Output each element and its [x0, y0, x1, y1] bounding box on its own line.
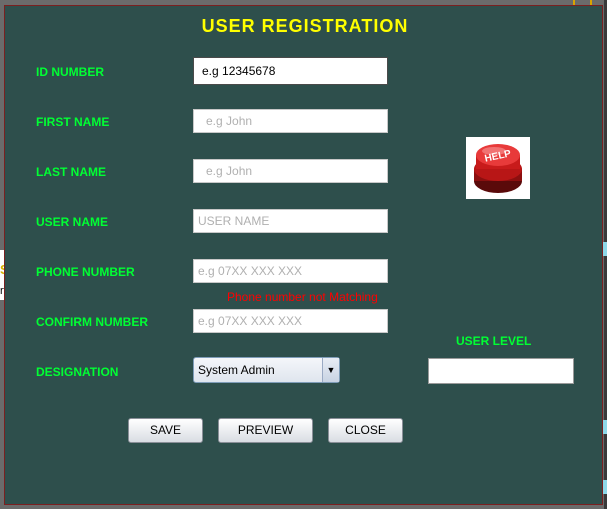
id-number-label: ID NUMBER — [36, 65, 104, 79]
phone-number-input[interactable] — [193, 259, 388, 283]
user-level-field[interactable] — [428, 358, 574, 384]
dialog-title: USER REGISTRATION — [201, 16, 409, 36]
user-name-label: USER NAME — [36, 215, 109, 229]
designation-label: DESIGNATION — [36, 365, 119, 379]
help-icon: HELP — [474, 144, 522, 193]
confirm-number-input[interactable] — [193, 309, 388, 333]
save-button[interactable]: SAVE — [128, 418, 203, 443]
designation-selected-value: System Admin — [198, 363, 275, 377]
first-name-input[interactable] — [193, 109, 388, 133]
user-level-label: USER LEVEL — [456, 334, 532, 348]
user-registration-dialog: USER REGISTRATION ID NUMBER FIRST NAME L… — [4, 5, 603, 505]
preview-button[interactable]: PREVIEW — [218, 418, 313, 443]
background-accent — [603, 480, 607, 494]
id-number-input[interactable] — [193, 57, 388, 85]
background-accent — [603, 242, 607, 256]
designation-dropdown[interactable]: System Admin ▼ — [193, 357, 340, 383]
last-name-input[interactable] — [193, 159, 388, 183]
user-name-input[interactable] — [193, 209, 388, 233]
help-button[interactable]: HELP — [466, 137, 530, 199]
last-name-label: LAST NAME — [36, 165, 106, 179]
first-name-label: FIRST NAME — [36, 115, 110, 129]
background-accent — [603, 420, 607, 434]
close-button[interactable]: CLOSE — [328, 418, 403, 443]
phone-mismatch-error: Phone number not Matching — [227, 290, 378, 304]
phone-number-label: PHONE NUMBER — [36, 265, 135, 279]
dropdown-arrow-icon[interactable]: ▼ — [322, 358, 339, 382]
confirm-number-label: CONFIRM NUMBER — [36, 315, 148, 329]
